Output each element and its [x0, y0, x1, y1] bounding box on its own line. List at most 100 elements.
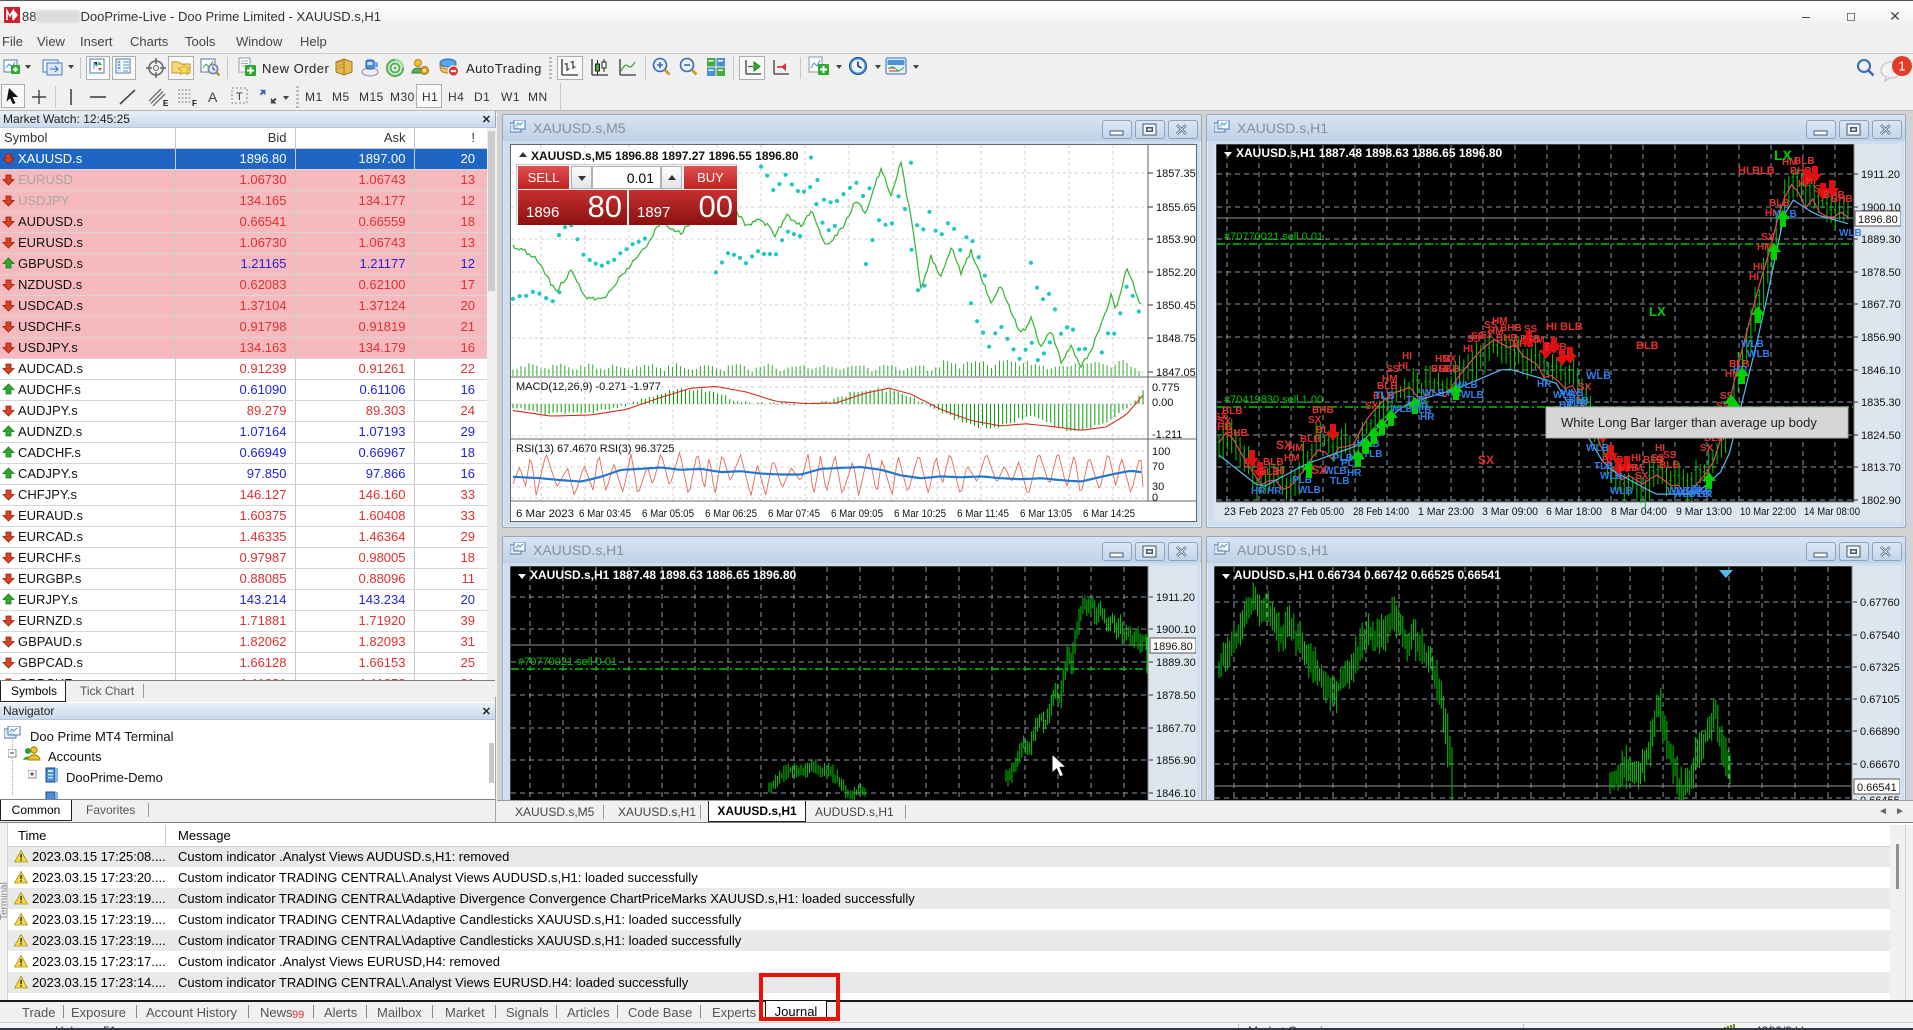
svg-text:1867.70: 1867.70: [1861, 299, 1901, 311]
svg-text:BHB: BHB: [1226, 428, 1248, 439]
svg-text:HR: HR: [1267, 486, 1282, 497]
svg-text:HI: HI: [1398, 361, 1408, 372]
svg-text:SX: SX: [1578, 382, 1592, 393]
svg-text:SX: SX: [1218, 416, 1232, 427]
svg-text:SX: SX: [1478, 453, 1494, 467]
svg-text:1824.50: 1824.50: [1861, 430, 1901, 442]
svg-text:WLB: WLB: [1586, 370, 1611, 382]
svg-text:TLS: TLS: [1374, 390, 1395, 402]
svg-text:0.67540: 0.67540: [1860, 630, 1900, 642]
svg-text:1856.90: 1856.90: [1861, 332, 1901, 344]
svg-text:10 Mar 22:00: 10 Mar 22:00: [1740, 506, 1796, 518]
svg-text:SS: SS: [1663, 450, 1677, 461]
svg-text:-1.211: -1.211: [1152, 429, 1182, 441]
svg-text:AUDUSD.s,H1 0.66734 0.66742 0: AUDUSD.s,H1 0.66734 0.66742 0.66525 0.66…: [1234, 568, 1501, 582]
svg-text:SX: SX: [1700, 443, 1714, 454]
svg-text:HR: HR: [1420, 412, 1435, 423]
svg-text:#70770021 sell 0.01: #70770021 sell 0.01: [1224, 231, 1323, 243]
svg-text:6 Mar 11:45: 6 Mar 11:45: [957, 508, 1009, 520]
svg-text:XAUUSD.s,H1 1887.48 1898.63 1: XAUUSD.s,H1 1887.48 1898.63 1886.65 1896…: [1236, 146, 1503, 160]
svg-text:28 Feb 14:00: 28 Feb 14:00: [1353, 506, 1409, 518]
svg-text:23 Feb 2023: 23 Feb 2023: [1224, 506, 1284, 518]
svg-text:BLB: BLB: [1659, 460, 1680, 471]
svg-text:1856.90: 1856.90: [1156, 755, 1196, 767]
svg-text:1896.80: 1896.80: [1153, 641, 1193, 653]
svg-text:0.67105: 0.67105: [1860, 694, 1900, 706]
svg-text:LX: LX: [1649, 304, 1666, 319]
svg-text:6 Mar 05:05: 6 Mar 05:05: [642, 508, 694, 520]
svg-text:HM: HM: [1529, 335, 1545, 346]
svg-text:0.66670: 0.66670: [1860, 759, 1900, 771]
svg-text:1846.10: 1846.10: [1156, 788, 1196, 800]
svg-text:HM: HM: [1284, 453, 1300, 464]
svg-text:WLB: WLB: [1610, 486, 1633, 497]
svg-text:0: 0: [1152, 492, 1158, 504]
svg-text:E: E: [163, 99, 169, 107]
svg-text:0.775: 0.775: [1152, 382, 1180, 394]
svg-text:1853.90: 1853.90: [1156, 234, 1196, 246]
svg-text:BLB: BLB: [1222, 406, 1243, 417]
svg-text:HI BLB: HI BLB: [1546, 321, 1583, 333]
svg-text:HI: HI: [1753, 262, 1763, 273]
svg-text:0.67760: 0.67760: [1860, 597, 1900, 609]
svg-text:1889.30: 1889.30: [1861, 234, 1901, 246]
svg-text:1889.30: 1889.30: [1156, 657, 1196, 669]
svg-text:HR: HR: [1347, 468, 1362, 479]
svg-text:BLB: BLB: [1769, 198, 1790, 209]
svg-text:1911.20: 1911.20: [1861, 169, 1900, 181]
svg-text:1911.20: 1911.20: [1156, 592, 1195, 604]
svg-text:#70770021 sell 0.01: #70770021 sell 0.01: [518, 656, 617, 668]
svg-text:SX: SX: [1761, 232, 1775, 243]
svg-text:1855.65: 1855.65: [1156, 202, 1196, 214]
svg-text:XAUUSD.s,M5 1896.88 1897.27 1: XAUUSD.s,M5 1896.88 1897.27 1896.55 1896…: [531, 149, 799, 163]
svg-text:1896.80: 1896.80: [1858, 214, 1898, 226]
svg-text:HM: HM: [1382, 374, 1398, 385]
svg-text:BLB: BLB: [1439, 364, 1460, 375]
svg-text:SX: SX: [1443, 354, 1457, 365]
svg-text:8 Mar 04:00: 8 Mar 04:00: [1611, 506, 1667, 518]
svg-text:WLB: WLB: [1298, 485, 1321, 496]
svg-text:6 Mar 2023: 6 Mar 2023: [516, 508, 574, 520]
svg-text:SX: SX: [1311, 463, 1327, 477]
svg-text:1: 1: [1898, 59, 1905, 74]
svg-text:BHB: BHB: [1312, 405, 1334, 416]
svg-text:HR: HR: [1251, 486, 1266, 497]
svg-text:WLB: WLB: [1422, 388, 1445, 399]
svg-text:6 Mar 03:45: 6 Mar 03:45: [579, 508, 631, 520]
svg-text:6 Mar 10:25: 6 Mar 10:25: [894, 508, 946, 520]
svg-text:XAUUSD.s,H1 1887.48 1898.63 1: XAUUSD.s,H1 1887.48 1898.63 1886.65 1896…: [530, 568, 797, 582]
svg-text:1813.70: 1813.70: [1861, 462, 1901, 474]
svg-text:14 Mar 08:00: 14 Mar 08:00: [1804, 506, 1860, 518]
svg-text:9 Mar 13:00: 9 Mar 13:00: [1676, 506, 1732, 518]
svg-text:HI: HI: [1402, 351, 1412, 362]
svg-text:3 Mar 09:00: 3 Mar 09:00: [1482, 506, 1538, 518]
svg-text:HR: HR: [1698, 489, 1713, 500]
svg-text:6 Mar 18:00: 6 Mar 18:00: [1546, 506, 1602, 518]
svg-text:F: F: [192, 99, 197, 107]
svg-text:WLB: WLB: [1586, 443, 1609, 454]
svg-text:1847.05: 1847.05: [1156, 367, 1196, 379]
svg-text:White Long Bar larger than ave: White Long Bar larger than average up bo…: [1561, 415, 1817, 430]
svg-text:HI BLB: HI BLB: [1738, 165, 1775, 177]
svg-text:0.66890: 0.66890: [1860, 726, 1900, 738]
svg-text:27 Feb 05:00: 27 Feb 05:00: [1288, 506, 1344, 518]
svg-text:HI: HI: [1631, 453, 1641, 464]
svg-text:6 Mar 06:25: 6 Mar 06:25: [705, 508, 757, 520]
svg-text:6 Mar 14:25: 6 Mar 14:25: [1083, 508, 1135, 520]
svg-text:1 Mar 23:00: 1 Mar 23:00: [1418, 506, 1474, 518]
svg-text:70: 70: [1152, 461, 1164, 473]
svg-text:6 Mar 07:45: 6 Mar 07:45: [768, 508, 820, 520]
svg-text:HR: HR: [1537, 379, 1552, 390]
svg-text:HI: HI: [1463, 344, 1473, 355]
svg-text:LX: LX: [1774, 147, 1793, 163]
svg-text:1835.30: 1835.30: [1861, 397, 1901, 409]
svg-text:1850.45: 1850.45: [1156, 300, 1196, 312]
svg-text:SX: SX: [1365, 401, 1379, 412]
svg-text:#70419830 sell 1.00: #70419830 sell 1.00: [1224, 394, 1323, 406]
svg-text:1852.20: 1852.20: [1156, 267, 1196, 279]
svg-text:SX: SX: [1635, 471, 1649, 482]
svg-text:1857.35: 1857.35: [1156, 168, 1196, 180]
svg-text:1867.70: 1867.70: [1156, 723, 1196, 735]
svg-text:RSI(13) 67.4670 RSI(3) 96.372: RSI(13) 67.4670 RSI(3) 96.3725: [516, 443, 674, 455]
svg-text:HI: HI: [1749, 272, 1759, 283]
